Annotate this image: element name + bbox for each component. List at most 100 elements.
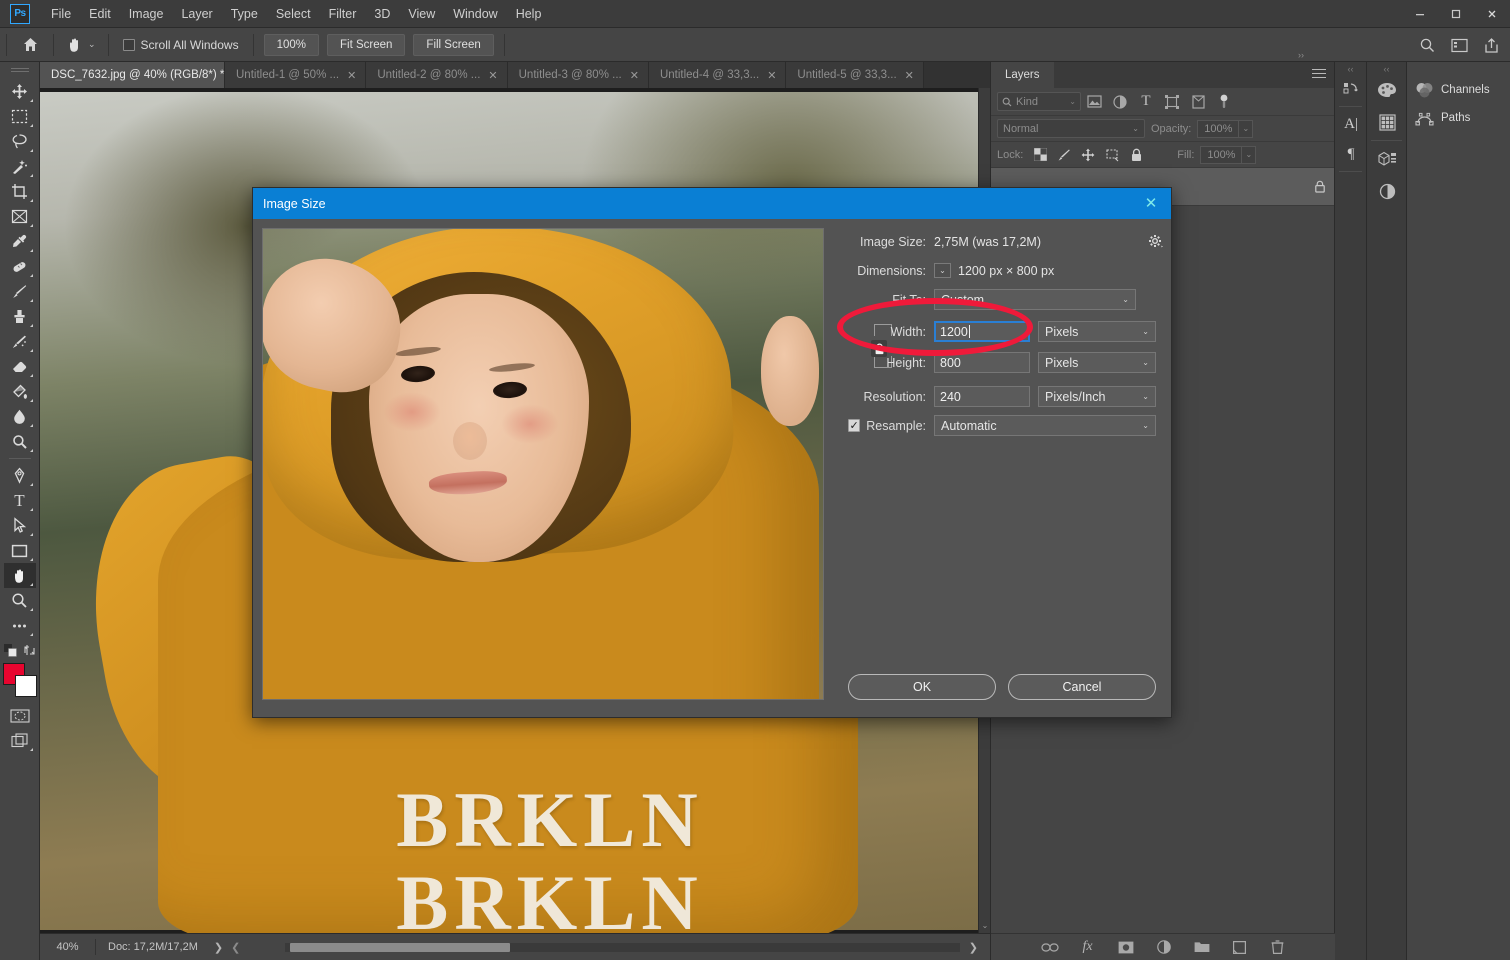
tab-close-icon[interactable]: ✕ <box>630 69 639 82</box>
icon-dock-2-grip[interactable]: ‹‹ <box>1367 62 1406 74</box>
new-group-icon[interactable] <box>1191 936 1213 958</box>
resolution-unit-select[interactable]: Pixels/Inch ⌄ <box>1038 386 1156 407</box>
menu-help[interactable]: Help <box>507 3 551 25</box>
eraser-tool[interactable] <box>4 354 36 379</box>
blend-mode-select[interactable]: Normal ⌄ <box>997 119 1145 138</box>
history-brush-tool[interactable] <box>4 329 36 354</box>
menu-window[interactable]: Window <box>444 3 506 25</box>
smart-object-filter-icon[interactable] <box>1185 89 1211 115</box>
chevron-down-icon[interactable]: ⌄ <box>1142 421 1149 430</box>
image-preview[interactable]: BRKLN BRKLN ATHLETICS <box>262 228 824 700</box>
panel-item-paths[interactable]: Paths <box>1407 104 1510 132</box>
tab-untitled-4[interactable]: Untitled-4 @ 33,3... ✕ <box>649 62 786 88</box>
background-color-swatch[interactable] <box>15 675 37 697</box>
panel-item-channels[interactable]: Channels <box>1407 76 1510 104</box>
menu-type[interactable]: Type <box>222 3 267 25</box>
brush-tool[interactable] <box>4 279 36 304</box>
paragraph-icon[interactable]: ¶ <box>1335 139 1367 169</box>
menu-select[interactable]: Select <box>267 3 320 25</box>
frame-tool[interactable] <box>4 204 36 229</box>
layer-style-fx-icon[interactable]: fx <box>1077 936 1099 958</box>
tool-chevron-down-icon[interactable]: ⌄ <box>88 39 96 50</box>
tab-untitled-1[interactable]: Untitled-1 @ 50% ... ✕ <box>225 62 366 88</box>
chevron-down-icon[interactable]: ⌄ <box>1142 358 1149 367</box>
new-layer-icon[interactable] <box>1229 936 1251 958</box>
toolbar-grip[interactable] <box>11 68 29 76</box>
color-swatches[interactable] <box>3 663 37 697</box>
fit-screen-button[interactable]: Fit Screen <box>327 34 405 56</box>
character-icon[interactable]: A| <box>1335 109 1367 139</box>
zoom-level[interactable]: 40% <box>40 941 95 953</box>
status-expand-icon[interactable]: ❯ <box>210 941 227 954</box>
screen-mode-icon[interactable] <box>4 728 36 753</box>
image-size-dialog[interactable]: Image Size ✕ <box>252 187 1172 718</box>
scroll-left-icon[interactable]: ❮ <box>227 941 244 954</box>
move-tool[interactable] <box>4 79 36 104</box>
tab-untitled-2[interactable]: Untitled-2 @ 80% ... ✕ <box>366 62 507 88</box>
swap-colors-icon[interactable] <box>23 644 36 657</box>
lock-position-icon[interactable] <box>1077 144 1099 166</box>
horizontal-scrollbar-thumb[interactable] <box>290 943 510 952</box>
menu-edit[interactable]: Edit <box>80 3 120 25</box>
edit-toolbar-tool[interactable] <box>4 613 36 638</box>
fill-value[interactable]: 100% <box>1200 146 1242 164</box>
crop-tool[interactable] <box>4 179 36 204</box>
quick-mask-icon[interactable] <box>4 703 36 728</box>
current-tool-hand-icon[interactable]: ⌄ <box>60 28 102 62</box>
close-button[interactable] <box>1474 0 1510 28</box>
chevron-down-icon[interactable]: ⌄ <box>1122 295 1129 304</box>
filter-kind-select[interactable]: Kind ⌄ <box>997 92 1081 111</box>
resample-checkbox-wrap[interactable]: ✓ Resample: <box>848 419 934 433</box>
dialog-title-bar[interactable]: Image Size ✕ <box>253 188 1171 219</box>
rectangular-marquee-tool[interactable] <box>4 104 36 129</box>
eyedropper-tool[interactable] <box>4 229 36 254</box>
panel-menu-icon[interactable] <box>1312 69 1326 81</box>
chevron-down-icon[interactable]: ⌄ <box>1132 124 1139 133</box>
path-selection-tool[interactable] <box>4 513 36 538</box>
scroll-right-icon[interactable]: ❯ <box>965 941 982 954</box>
fill-stepper-icon[interactable]: ⌄ <box>1242 146 1256 164</box>
rectangle-tool[interactable] <box>4 538 36 563</box>
menu-filter[interactable]: Filter <box>320 3 366 25</box>
adjustments-icon[interactable] <box>1367 175 1407 207</box>
dodge-tool[interactable] <box>4 429 36 454</box>
tab-close-icon[interactable]: ✕ <box>905 69 914 82</box>
healing-brush-tool[interactable] <box>4 254 36 279</box>
default-colors-icon[interactable] <box>4 644 17 657</box>
chevron-down-icon[interactable]: ⌄ <box>1069 97 1076 106</box>
type-layer-filter-icon[interactable]: T <box>1133 89 1159 115</box>
magic-wand-tool[interactable] <box>4 154 36 179</box>
resample-checkbox[interactable]: ✓ <box>848 419 860 432</box>
zoom-100-button[interactable]: 100% <box>264 34 319 56</box>
width-input[interactable]: 1200 <box>934 321 1030 342</box>
width-unit-select[interactable]: Pixels ⌄ <box>1038 321 1156 342</box>
ok-button[interactable]: OK <box>848 674 996 700</box>
link-layers-icon[interactable] <box>1039 936 1061 958</box>
delete-layer-icon[interactable] <box>1267 936 1289 958</box>
tab-close-icon[interactable]: ✕ <box>347 69 356 82</box>
type-tool[interactable]: T <box>4 488 36 513</box>
menu-image[interactable]: Image <box>120 3 173 25</box>
pen-tool[interactable] <box>4 463 36 488</box>
scroll-all-windows-checkbox[interactable]: Scroll All Windows <box>115 38 247 52</box>
tab-close-icon[interactable]: ✕ <box>488 69 497 82</box>
lock-image-icon[interactable] <box>1053 144 1075 166</box>
cancel-button[interactable]: Cancel <box>1008 674 1156 700</box>
maximize-button[interactable] <box>1438 0 1474 28</box>
lasso-tool[interactable] <box>4 129 36 154</box>
tab-untitled-3[interactable]: Untitled-3 @ 80% ... ✕ <box>508 62 649 88</box>
lock-all-icon[interactable] <box>1125 144 1147 166</box>
hand-tool[interactable] <box>4 563 36 588</box>
adjustment-layer-filter-icon[interactable] <box>1107 89 1133 115</box>
height-unit-select[interactable]: Pixels ⌄ <box>1038 352 1156 373</box>
color-swatches-icon[interactable] <box>1367 74 1407 106</box>
lock-artboard-icon[interactable] <box>1101 144 1123 166</box>
new-adjustment-layer-icon[interactable] <box>1153 936 1175 958</box>
filter-toggle-icon[interactable] <box>1211 89 1237 115</box>
chevron-down-icon[interactable]: ⌄ <box>1142 392 1149 401</box>
menu-file[interactable]: File <box>42 3 80 25</box>
tab-untitled-5[interactable]: Untitled-5 @ 33,3... ✕ <box>786 62 923 88</box>
chevron-down-icon[interactable]: ⌄ <box>1142 327 1149 336</box>
fit-to-select[interactable]: Custom ⌄ <box>934 289 1136 310</box>
history-icon[interactable] <box>1335 74 1367 104</box>
